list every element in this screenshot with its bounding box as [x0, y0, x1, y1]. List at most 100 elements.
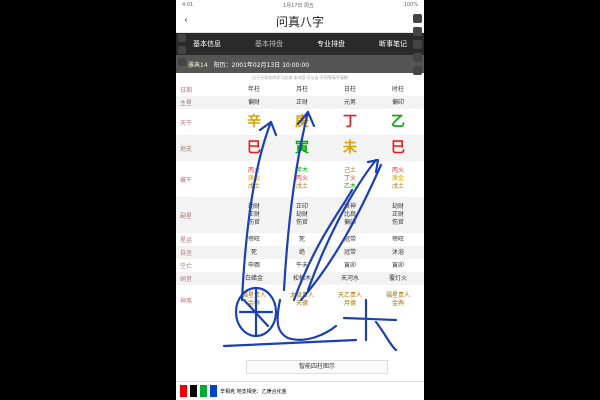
cell: 丙火 庚金 戊土: [391, 167, 404, 190]
row-canggan: 藏干 丙火 庚金 戊土 甲木 丙火 戊土 己土 丁火 乙木 丙火 庚金 戊土: [176, 161, 424, 197]
bazi-grid: 日期 年柱 月柱 日柱 时柱 主星 偏财 正财 元男 偏印 天干 辛 庚 丁 乙…: [176, 83, 424, 315]
status-bar: 4:01 1月17日 周五 100%: [176, 0, 424, 10]
cell: 天河水: [340, 274, 359, 282]
cell: 甲木 丙火 戊土: [295, 167, 308, 190]
bottom-toolbar: 辛相克 地支相克：乙庚合化金: [176, 381, 424, 400]
cell: 帝旺: [391, 235, 404, 243]
layers-icon[interactable]: [178, 46, 186, 54]
stem-year: 辛: [247, 114, 261, 130]
pen-color-black[interactable]: [190, 385, 197, 397]
cell: 死: [250, 248, 257, 256]
header-hour: 时柱: [391, 85, 404, 93]
tab-notes[interactable]: 断事笔记: [379, 39, 407, 49]
branch-hour: 巳: [391, 140, 405, 156]
cell: 申酉: [247, 261, 260, 269]
tab-basic-chart[interactable]: 基本排盘: [255, 39, 283, 49]
row-label: 空亡: [180, 263, 193, 270]
birth-date: 阳历：2001年02月13日 10:00:00: [213, 61, 310, 69]
row-fuxing: 副星 劫财 正财 伤官 正印 劫财 伤官 食神 比肩 偏印 劫财 正财 伤官: [176, 197, 424, 233]
relation-hint: 辛相克 地支相克：乙庚合化金: [220, 388, 287, 395]
tab-bar: 基本信息 基本排盘 专业排盘 断事笔记: [176, 33, 424, 55]
header-month: 月柱: [295, 85, 308, 93]
status-date: 1月17日 周五: [282, 2, 315, 9]
cell: 正财: [295, 98, 308, 106]
cell: 覆灯火: [388, 274, 407, 282]
annotation-toolbar: [413, 14, 422, 75]
row-tiangan: 天干 辛 庚 丁 乙: [176, 109, 424, 135]
status-time: 4:01: [182, 2, 194, 8]
tab-basic-info[interactable]: 基本信息: [193, 39, 221, 49]
cell: 白蜡金: [244, 274, 263, 282]
undo-icon[interactable]: [413, 66, 422, 75]
row-label: 天干: [180, 119, 193, 127]
shape-icon[interactable]: [413, 53, 422, 62]
title-bar: ‹ 问真八字: [176, 10, 424, 33]
page-title: 问真八字: [275, 14, 324, 29]
cell: 福星贵人 金舆: [241, 292, 266, 307]
header-date: 日期: [180, 87, 193, 94]
row-label: 纳音: [180, 276, 193, 283]
cell: 劫财 正财 伤官: [391, 203, 404, 226]
pen-color-green[interactable]: [200, 385, 207, 397]
battery-indicator: 100%: [403, 2, 418, 8]
row-label: 主星: [180, 100, 193, 107]
pen-color-blue[interactable]: [210, 385, 217, 397]
cell: 松柏木: [292, 274, 311, 282]
profile-tag[interactable]: 雅典14: [188, 60, 208, 69]
share-note: 以下分享仅供学习交流 本内容 可以去 不同等高手请教: [252, 75, 348, 80]
cell: 午未: [295, 261, 308, 269]
cell: 天乙贵人 月德: [337, 292, 362, 307]
row-xingyun: 星运 帝旺 死 冠带 帝旺: [176, 233, 424, 246]
cell: 帝旺: [247, 235, 260, 243]
pen-icon[interactable]: [413, 14, 422, 23]
cell: 己土 丁火 乙木: [343, 167, 356, 190]
stem-hour: 乙: [391, 114, 405, 130]
branch-year: 巳: [247, 140, 261, 156]
cell: 福星贵人 金舆: [385, 292, 410, 307]
cell: 元男: [343, 98, 356, 106]
row-label: 星运: [180, 237, 193, 244]
add-page-icon[interactable]: [178, 58, 186, 66]
cell: 偏财: [247, 98, 260, 106]
cell: 丙火 庚金 戊土: [247, 167, 260, 190]
row-kongwang: 空亡 申酉 午未 寅卯 寅卯: [176, 259, 424, 272]
cell: 食神 比肩 偏印: [343, 203, 356, 226]
cell: 冠带: [343, 235, 356, 243]
row-nayin: 纳音 白蜡金 松柏木 天河水 覆灯火: [176, 272, 424, 285]
left-toolbar: [178, 34, 186, 66]
cell: 沐浴: [391, 248, 404, 256]
cell: 偏印: [391, 98, 404, 106]
row-zhuxing: 主星 偏财 正财 元男 偏印: [176, 96, 424, 109]
menu-icon[interactable]: [178, 34, 186, 42]
stem-month: 庚: [295, 114, 309, 130]
pen-color-red[interactable]: [180, 385, 187, 397]
row-label: 藏干: [180, 176, 193, 184]
header-day: 日柱: [343, 85, 356, 93]
cell: 寅卯: [391, 261, 404, 269]
row-label: 自坐: [180, 250, 193, 257]
branch-day: 未: [343, 140, 357, 156]
cell: 冠带: [343, 248, 356, 256]
row-dizhi: 地支 巳 寅 未 巳: [176, 135, 424, 161]
smart-chart-button[interactable]: 智能四柱图示: [246, 360, 388, 374]
row-zizuo: 自坐 死 绝 冠带 沐浴: [176, 246, 424, 259]
row-label: 神煞: [180, 297, 193, 305]
cell: 劫财 正财 伤官: [247, 203, 260, 226]
eraser-icon[interactable]: [413, 27, 422, 36]
grid-header-row: 日期 年柱 月柱 日柱 时柱: [176, 83, 424, 96]
cell: 死: [298, 235, 305, 243]
cell: 寅卯: [343, 261, 356, 269]
back-icon[interactable]: ‹: [184, 15, 188, 26]
header-year: 年柱: [247, 85, 260, 93]
cell: 绝: [298, 248, 305, 256]
cell: 正印 劫财 伤官: [295, 203, 308, 226]
row-shensha: 神煞 福星贵人 金舆 太极贵人 天德 天乙贵人 月德 福星贵人 金舆: [176, 285, 424, 315]
row-label: 副星: [180, 212, 193, 220]
lasso-icon[interactable]: [413, 40, 422, 49]
birth-info-bar: 雅典14 阳历：2001年02月13日 10:00:00: [176, 55, 424, 73]
branch-month: 寅: [295, 140, 309, 156]
stem-day: 丁: [343, 114, 357, 130]
tab-pro-chart[interactable]: 专业排盘: [317, 39, 345, 49]
app-window: 4:01 1月17日 周五 100% ‹ 问真八字 基本信息 基本排盘 专业排盘…: [176, 0, 424, 400]
cell: 太极贵人 天德: [289, 292, 314, 307]
